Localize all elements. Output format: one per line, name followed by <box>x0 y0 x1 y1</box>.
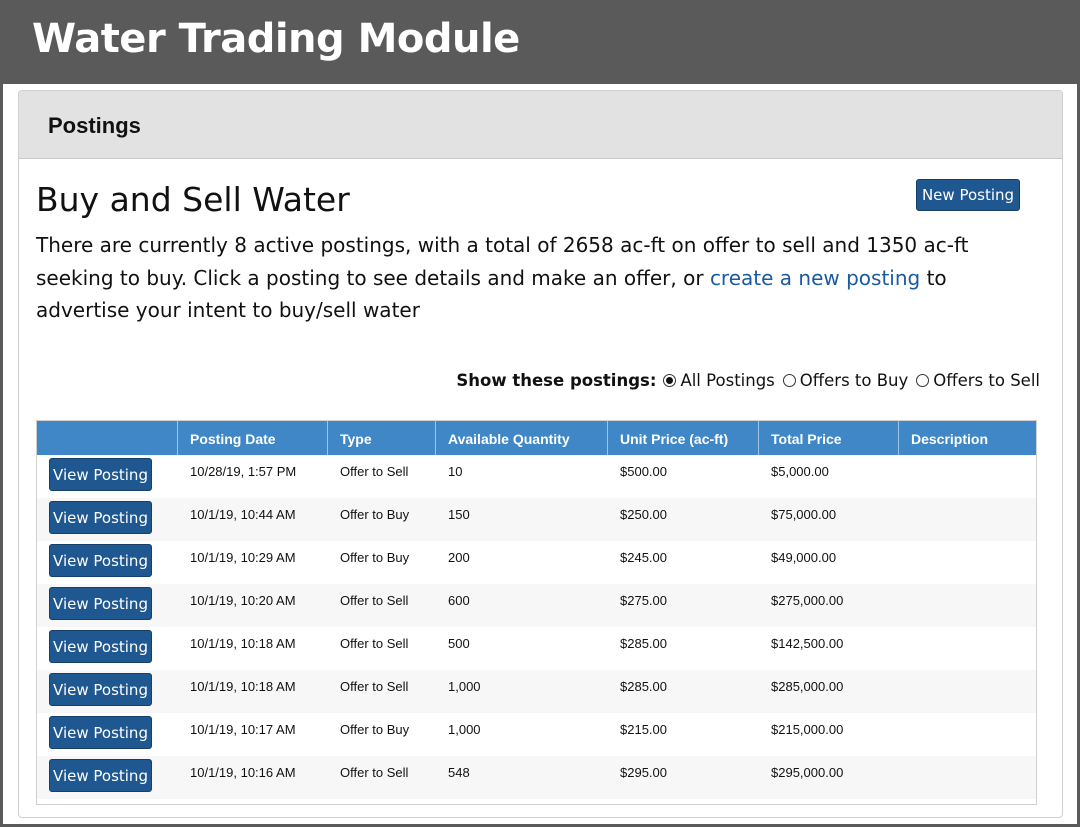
filter-option-label: Offers to Sell <box>933 371 1040 390</box>
cell-quantity: 10 <box>448 464 463 479</box>
cell-type: Offer to Sell <box>340 636 409 651</box>
cell-quantity: 150 <box>448 507 470 522</box>
cell-posting-date: 10/1/19, 10:18 AM <box>190 679 296 694</box>
cell-total-price: $285,000.00 <box>771 679 844 694</box>
cell-posting-date: 10/1/19, 10:44 AM <box>190 507 296 522</box>
postings-table: Posting Date Type Available Quantity Uni… <box>36 420 1037 805</box>
cell-total-price: $142,500.00 <box>771 636 844 651</box>
cell-type: Offer to Sell <box>340 593 409 608</box>
cell-type: Offer to Buy <box>340 507 410 522</box>
cell-type: Offer to Buy <box>340 550 410 565</box>
radio-all[interactable] <box>663 374 677 387</box>
view-posting-button[interactable]: View Posting <box>49 501 152 534</box>
cell-total-price: $5,000.00 <box>771 464 829 479</box>
new-posting-button[interactable]: New Posting <box>916 179 1020 211</box>
table-row[interactable]: View Posting 10/1/19, 10:20 AM Offer to Se… <box>37 584 1036 627</box>
cell-posting-date: 10/1/19, 10:16 AM <box>190 765 296 780</box>
view-posting-button[interactable]: View Posting <box>49 544 152 577</box>
filter-label: Show these postings: <box>456 371 657 390</box>
col-unit-price: Unit Price (ac-ft) <box>607 421 758 455</box>
filter-option-label: Offers to Buy <box>799 371 909 390</box>
radio-sell[interactable] <box>916 374 930 387</box>
radio-buy[interactable] <box>782 374 796 387</box>
view-posting-button[interactable]: View Posting <box>49 587 152 620</box>
col-description: Description <box>898 421 1036 455</box>
cell-quantity: 548 <box>448 765 470 780</box>
col-available-quantity: Available Quantity <box>435 421 607 455</box>
view-posting-button[interactable]: View Posting <box>49 630 152 663</box>
cell-quantity: 500 <box>448 636 470 651</box>
cell-posting-date: 10/1/19, 10:29 AM <box>190 550 296 565</box>
cell-unit-price: $295.00 <box>620 765 667 780</box>
col-total-price: Total Price <box>758 421 898 455</box>
app-title: Water Trading Module <box>32 16 520 62</box>
table-row[interactable]: View Posting 10/1/19, 10:29 AM Offer to Bu… <box>37 541 1036 584</box>
view-posting-button[interactable]: View Posting <box>49 759 152 792</box>
cell-unit-price: $285.00 <box>620 679 667 694</box>
cell-unit-price: $285.00 <box>620 636 667 651</box>
cell-posting-date: 10/1/19, 10:17 AM <box>190 722 296 737</box>
intro-text: There are currently 8 active postings, w… <box>36 229 1046 327</box>
create-posting-link[interactable]: create a new posting <box>710 266 920 290</box>
cell-unit-price: $275.00 <box>620 593 667 608</box>
cell-total-price: $49,000.00 <box>771 550 837 565</box>
view-posting-button[interactable]: View Posting <box>49 673 152 706</box>
table-row[interactable]: View Posting 10/1/19, 10:18 AM Offer to Se… <box>37 670 1036 713</box>
cell-posting-date: 10/28/19, 1:57 PM <box>190 464 297 479</box>
table-row[interactable]: View Posting 10/1/19, 10:17 AM Offer to Bu… <box>37 713 1036 756</box>
cell-total-price: $295,000.00 <box>771 765 844 780</box>
cell-total-price: $215,000.00 <box>771 722 844 737</box>
cell-quantity: 1,000 <box>448 722 481 737</box>
view-posting-button[interactable]: View Posting <box>49 716 152 749</box>
cell-total-price: $75,000.00 <box>771 507 837 522</box>
cell-type: Offer to Sell <box>340 464 409 479</box>
cell-unit-price: $250.00 <box>620 507 667 522</box>
view-posting-button[interactable]: View Posting <box>49 458 152 491</box>
table-row[interactable]: View Posting 10/1/19, 10:18 AM Offer to Se… <box>37 627 1036 670</box>
table-row[interactable]: View Posting 10/28/19, 1:57 PM Offer to Se… <box>37 455 1036 498</box>
filter-option-all[interactable]: All Postings <box>663 371 775 390</box>
cell-type: Offer to Sell <box>340 765 409 780</box>
page-title: Buy and Sell Water <box>36 180 350 219</box>
cell-total-price: $275,000.00 <box>771 593 844 608</box>
cell-quantity: 600 <box>448 593 470 608</box>
filter-option-sell[interactable]: Offers to Sell <box>916 371 1040 390</box>
cell-posting-date: 10/1/19, 10:18 AM <box>190 636 296 651</box>
cell-type: Offer to Sell <box>340 679 409 694</box>
posting-filter: Show these postings: All Postings Offers… <box>456 371 1040 390</box>
cell-type: Offer to Buy <box>340 722 410 737</box>
cell-quantity: 200 <box>448 550 470 565</box>
filter-option-buy[interactable]: Offers to Buy <box>782 371 909 390</box>
table-row[interactable]: View Posting 10/1/19, 10:44 AM Offer to Bu… <box>37 498 1036 541</box>
table-header: Posting Date Type Available Quantity Uni… <box>37 421 1036 455</box>
panel-header: Postings <box>19 91 1062 159</box>
cell-quantity: 1,000 <box>448 679 481 694</box>
cell-unit-price: $215.00 <box>620 722 667 737</box>
cell-unit-price: $245.00 <box>620 550 667 565</box>
filter-option-label: All Postings <box>680 371 775 390</box>
content-frame: Postings Buy and Sell Water New Posting … <box>3 84 1077 824</box>
col-posting-date: Posting Date <box>177 421 327 455</box>
panel-title: Postings <box>48 113 141 138</box>
cell-unit-price: $500.00 <box>620 464 667 479</box>
postings-panel: Postings Buy and Sell Water New Posting … <box>18 90 1063 818</box>
app-header: Water Trading Module <box>0 0 1080 84</box>
cell-posting-date: 10/1/19, 10:20 AM <box>190 593 296 608</box>
table-row[interactable]: View Posting 10/1/19, 10:16 AM Offer to Se… <box>37 756 1036 799</box>
col-type: Type <box>327 421 435 455</box>
